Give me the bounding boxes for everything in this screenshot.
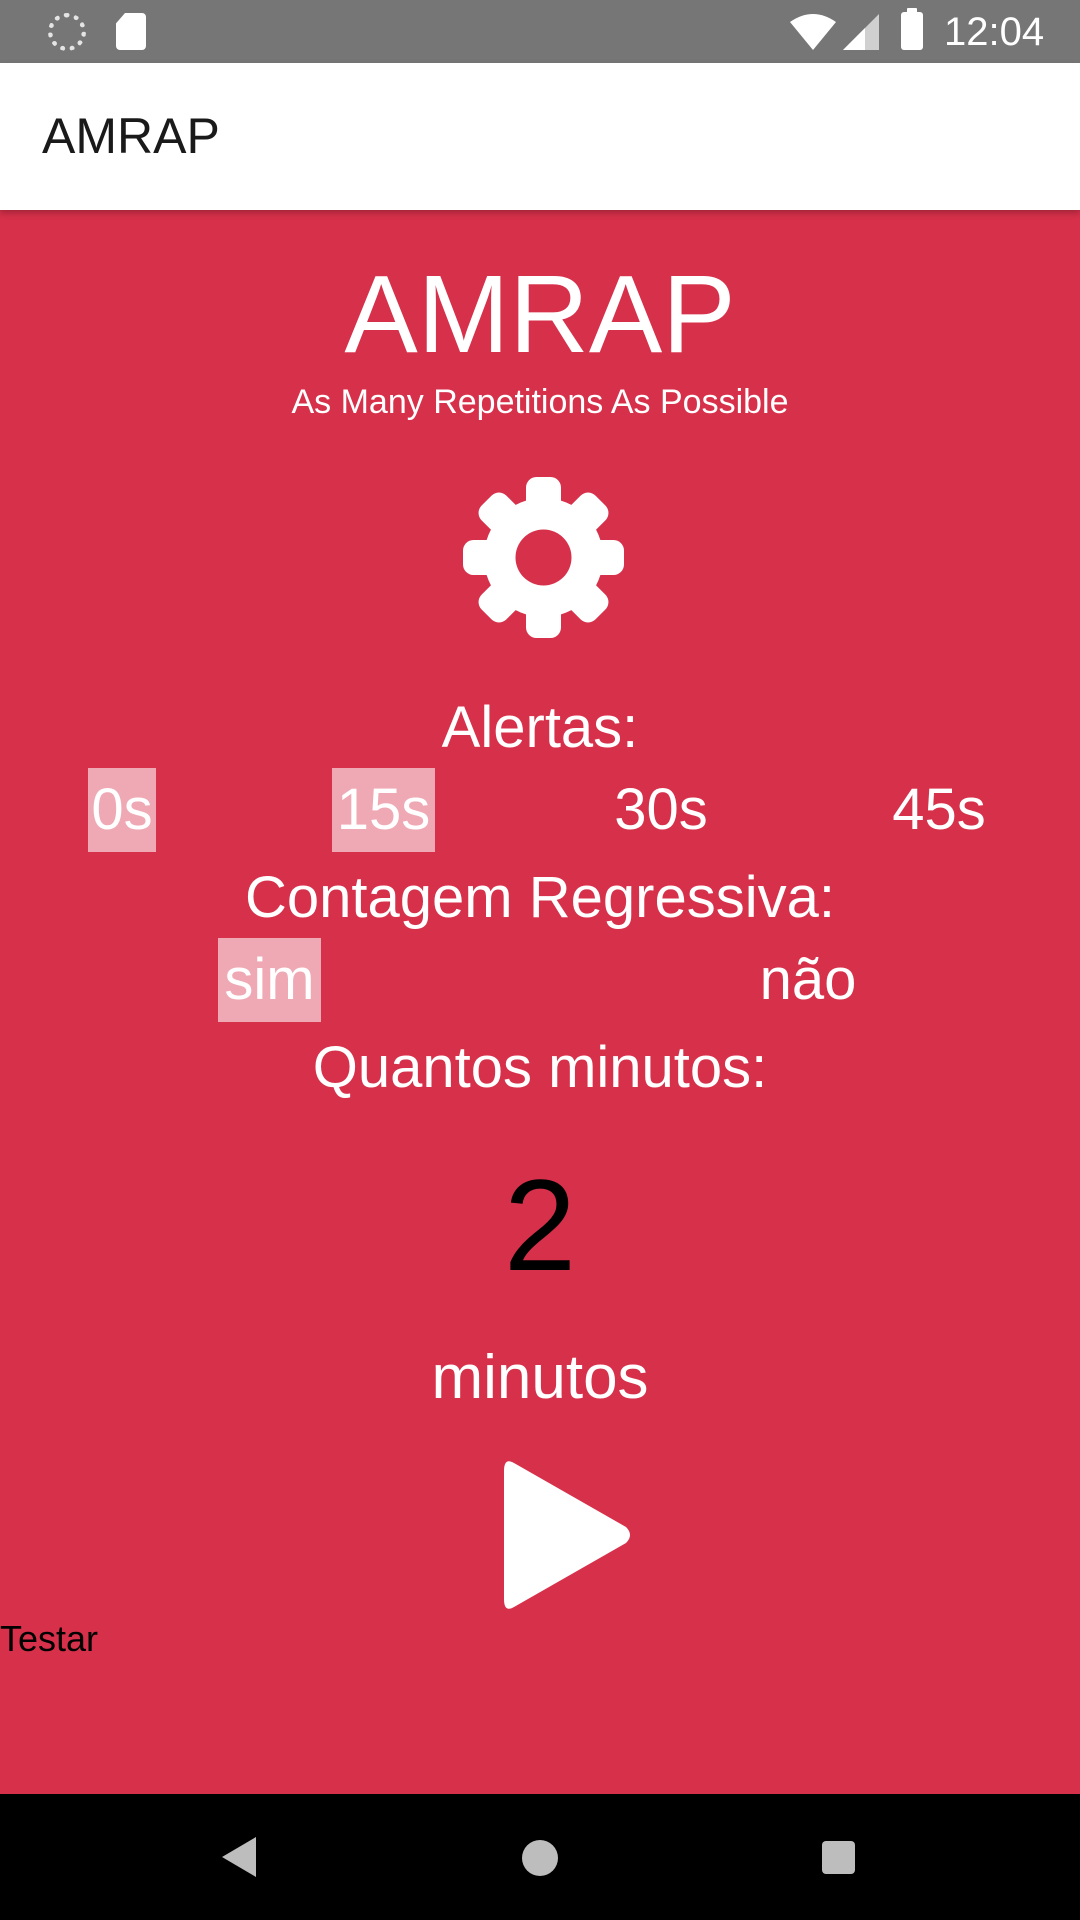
countdown-option-nao[interactable]: não — [748, 938, 868, 1022]
test-button[interactable]: Testar — [0, 1617, 98, 1661]
cell-signal-icon — [843, 14, 879, 50]
countdown-label: Contagem Regressiva: — [245, 865, 835, 930]
gear-icon[interactable] — [456, 470, 631, 645]
battery-icon — [901, 8, 923, 50]
alert-option-15s[interactable]: 15s — [332, 768, 435, 852]
alerts-label: Alertas: — [441, 695, 639, 760]
sd-card-icon — [116, 13, 146, 50]
app-bar: AMRAP — [0, 63, 1080, 210]
recent-apps-icon[interactable] — [822, 1841, 855, 1874]
minutes-value[interactable]: 2 — [0, 1150, 1080, 1300]
status-bar: 12:04 — [0, 0, 1080, 63]
alert-option-0s[interactable]: 0s — [88, 768, 156, 852]
hero-title: AMRAP — [344, 253, 736, 376]
back-icon[interactable] — [222, 1837, 256, 1877]
home-icon[interactable] — [522, 1840, 558, 1876]
countdown-option-sim[interactable]: sim — [218, 938, 321, 1022]
amrap-screen: 12:04 AMRAP AMRAP As Many Repetitions As… — [0, 0, 1080, 1920]
wifi-icon — [790, 14, 836, 50]
status-time: 12:04 — [944, 10, 1045, 54]
hero-subtitle: As Many Repetitions As Possible — [291, 383, 789, 421]
app-bar-title: AMRAP — [42, 108, 220, 164]
minutes-unit-label: minutos — [431, 1343, 649, 1412]
play-icon[interactable] — [500, 1455, 635, 1615]
loading-icon — [48, 13, 86, 51]
alert-option-30s[interactable]: 30s — [606, 768, 716, 852]
minutes-question-label: Quantos minutos: — [312, 1035, 768, 1100]
alert-option-45s[interactable]: 45s — [884, 768, 994, 852]
